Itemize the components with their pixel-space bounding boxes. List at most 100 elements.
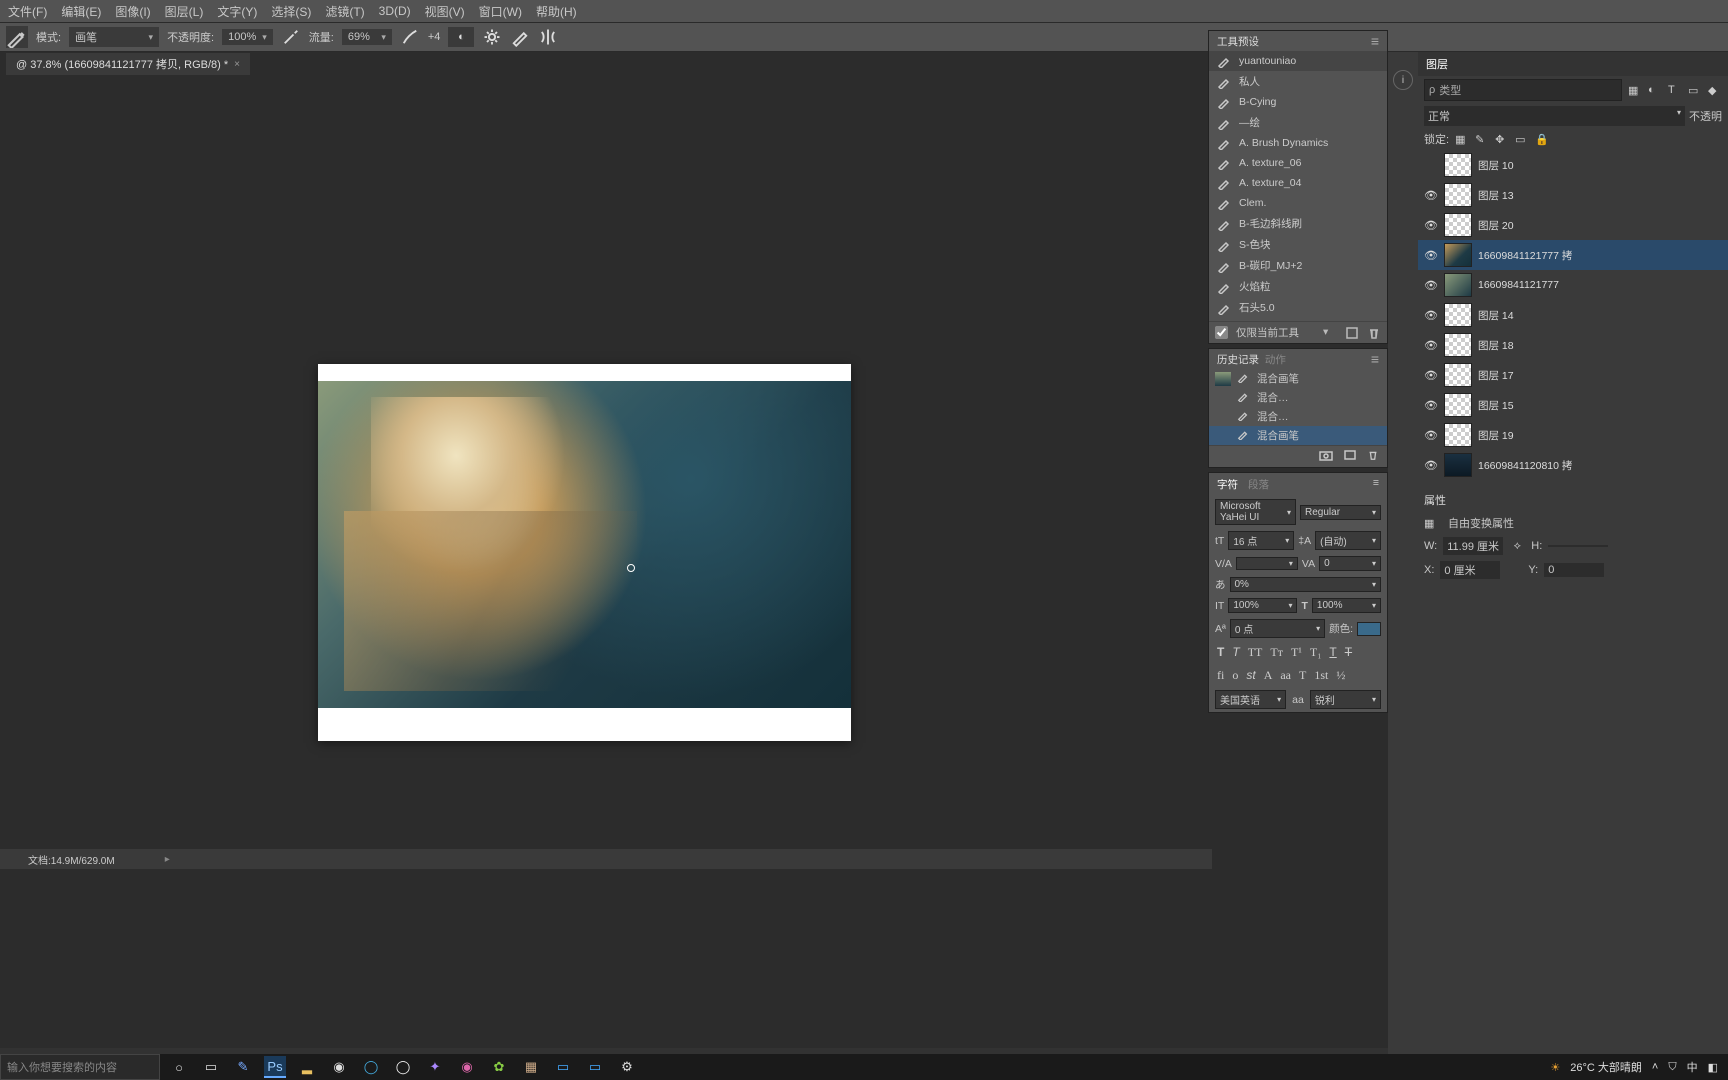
visibility-icon[interactable]: 👁 [1424,399,1438,412]
history-tab[interactable]: 历史记录 [1217,352,1259,367]
weather-text[interactable]: 26°C 大部晴朗 [1570,1059,1642,1075]
brush-preset-item[interactable]: 火焰粒 [1209,276,1387,297]
trash-icon[interactable] [1367,326,1381,340]
history-item[interactable]: 混合… [1209,407,1387,426]
explorer-icon[interactable]: ▂ [296,1056,318,1078]
visibility-icon[interactable]: 👁 [1424,189,1438,202]
flow-dropdown[interactable]: 69% [342,29,392,45]
language-dropdown[interactable]: 美国英语 [1215,690,1286,709]
visibility-icon[interactable]: 👁 [1424,309,1438,322]
hscale-field[interactable]: 100% [1312,598,1381,613]
allcaps-icon[interactable]: TT [1248,645,1263,660]
taskbar-app[interactable]: ◯ [392,1056,414,1078]
brush-preset-item[interactable]: —绘 [1209,112,1387,133]
stylistic-icon[interactable]: aa [1280,668,1291,683]
canvas[interactable] [318,364,851,741]
layer-name[interactable]: 图层 15 [1478,398,1514,413]
blend-mode-dropdown[interactable]: 正常 [1424,106,1685,126]
chrome-icon[interactable]: ◉ [328,1056,350,1078]
layer-row[interactable]: 👁图层 18 [1418,330,1728,360]
brush-preset-item[interactable]: S-色块 [1209,234,1387,255]
underline-icon[interactable]: T [1329,645,1336,660]
layer-row[interactable]: 👁 图层 13 [1418,180,1728,210]
menu-file[interactable]: 文件(F) [8,3,47,20]
visibility-icon[interactable]: 👁 [1424,429,1438,442]
layer-thumbnail[interactable] [1444,333,1472,357]
airbrush-icon[interactable] [400,27,420,47]
canvas-workspace[interactable] [0,76,1388,1048]
ligature-icon[interactable]: fi [1217,668,1224,683]
visibility-icon[interactable]: 👁 [1424,369,1438,382]
tool-preset-icon[interactable] [6,26,28,48]
lock-artboard-icon[interactable]: ▭ [1515,133,1529,146]
layer-thumbnail[interactable] [1444,363,1472,387]
ordinals-icon[interactable]: 1st [1314,668,1328,683]
link-icon[interactable]: ⟡ [1509,540,1525,553]
visibility-icon[interactable]: 👁 [1424,279,1438,292]
baseline-field[interactable]: 0 点 [1230,619,1325,638]
lock-all-icon[interactable]: 🔒 [1535,133,1549,146]
layer-row[interactable]: 👁图层 17 [1418,360,1728,390]
ime-icon[interactable]: 中 [1687,1059,1698,1075]
pressure-opacity-icon[interactable] [281,27,301,47]
layer-thumbnail[interactable] [1444,153,1472,177]
height-field[interactable] [1548,545,1608,547]
filter-image-icon[interactable]: ▦ [1628,84,1642,97]
menu-edit[interactable]: 编辑(E) [61,3,101,20]
menu-layer[interactable]: 图层(L) [165,3,204,20]
layer-thumbnail[interactable] [1444,213,1472,237]
layer-row[interactable]: 👁 图层 15 [1418,390,1728,420]
history-item[interactable]: 混合… [1209,388,1387,407]
new-preset-icon[interactable] [1345,326,1359,340]
font-family-dropdown[interactable]: Microsoft YaHei UI [1215,499,1296,525]
history-item[interactable]: 混合画笔 [1209,369,1387,388]
photoshop-icon[interactable]: Ps [264,1056,286,1078]
brush-preset-item[interactable]: B-毛边斜线刷 [1209,213,1387,234]
taskbar-app[interactable]: ▦ [520,1056,542,1078]
layer-row[interactable]: 👁16609841120810 拷 [1418,450,1728,480]
kerning-dropdown[interactable] [1236,557,1298,570]
symmetry-icon[interactable] [538,27,558,47]
taskbar-app[interactable]: ◉ [456,1056,478,1078]
layer-name[interactable]: 16609841120810 拷 [1478,458,1572,473]
vscale-field[interactable]: 100% [1228,598,1297,613]
layer-thumbnail[interactable] [1444,183,1472,207]
italic-icon[interactable]: T [1232,645,1239,660]
layer-name[interactable]: 图层 13 [1478,188,1514,203]
taskbar-app[interactable]: ◯ [360,1056,382,1078]
document-tab[interactable]: @ 37.8% (16609841121777 拷贝, RGB/8) * × [6,53,250,75]
panel-menu-icon[interactable]: ≡ [1371,33,1379,49]
y-field[interactable]: 0 [1544,563,1604,577]
brush-preset-item[interactable]: yuantouniao [1209,51,1387,71]
menu-select[interactable]: 选择(S) [271,3,311,20]
taskbar-search[interactable]: 输入你想要搜索的内容 [0,1054,160,1080]
layer-name[interactable]: 图层 14 [1478,308,1514,323]
layer-row[interactable]: 👁图层 20 [1418,210,1728,240]
layer-thumbnail[interactable] [1444,303,1472,327]
layer-thumbnail[interactable] [1444,273,1472,297]
menu-view[interactable]: 视图(V) [425,3,465,20]
lock-brush-icon[interactable]: ✎ [1475,133,1489,146]
pct-dropdown[interactable]: 0% [1230,577,1382,592]
filter-type-icon[interactable]: T [1668,84,1682,96]
gear-icon[interactable] [482,27,502,47]
brush-preset-item[interactable]: B-Cying [1209,92,1387,112]
fraction-icon[interactable]: T [1299,668,1306,683]
visibility-icon[interactable]: 👁 [1424,249,1438,262]
angle-icon[interactable]: ◐ [448,27,474,47]
current-tool-only-checkbox[interactable] [1215,326,1228,339]
filter-adjust-icon[interactable]: ◐ [1648,84,1662,96]
layer-filter-search[interactable]: ρ 类型 [1424,79,1622,101]
layer-thumbnail[interactable] [1444,453,1472,477]
menu-type[interactable]: 文字(Y) [217,3,257,20]
layer-name[interactable]: 图层 18 [1478,338,1514,353]
tracking-dropdown[interactable]: 0 [1319,556,1381,571]
font-weight-dropdown[interactable]: Regular [1300,505,1381,520]
font-size-dropdown[interactable]: 16 点 [1228,531,1294,550]
tray-chevron-icon[interactable]: ˄ [1652,1061,1658,1073]
filter-smart-icon[interactable]: ◆ [1708,84,1722,97]
width-field[interactable]: 11.99 厘米 [1443,537,1503,555]
filter-shape-icon[interactable]: ▭ [1688,84,1702,97]
menu-image[interactable]: 图像(I) [115,3,150,20]
task-view-icon[interactable]: ○ [168,1056,190,1078]
